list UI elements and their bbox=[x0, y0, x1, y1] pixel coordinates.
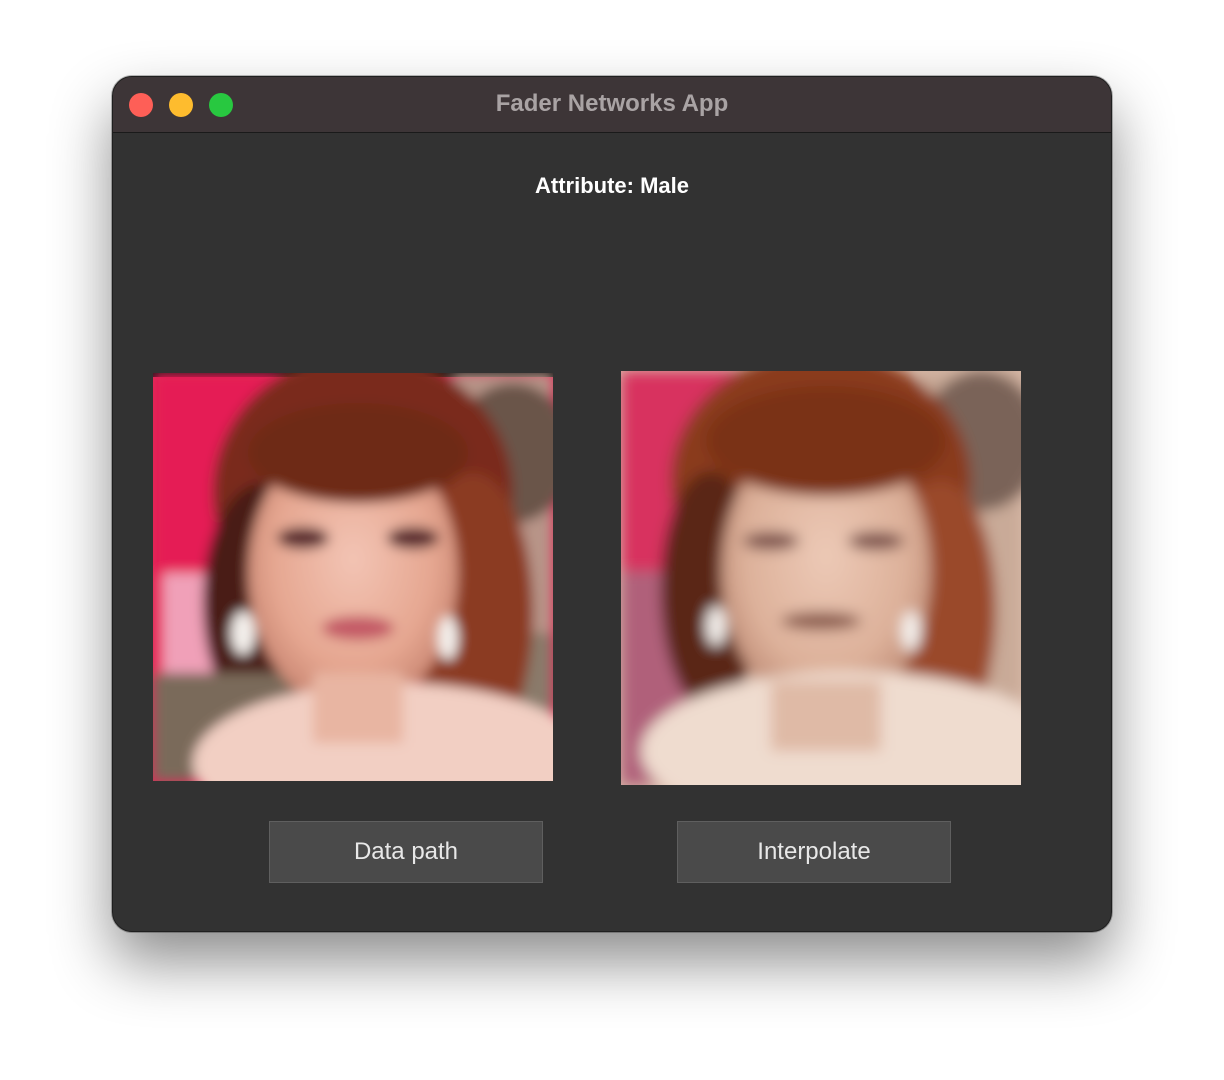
data-path-button[interactable]: Data path bbox=[269, 821, 543, 883]
face-photo-interpolated-icon bbox=[621, 371, 1021, 785]
face-photo-original-icon bbox=[153, 373, 553, 781]
interpolated-face-image bbox=[621, 371, 1021, 785]
title-bar[interactable]: Fader Networks App bbox=[113, 77, 1111, 133]
interpolate-button[interactable]: Interpolate bbox=[677, 821, 951, 883]
original-face-image bbox=[153, 373, 553, 781]
attribute-label: Attribute: Male bbox=[535, 173, 689, 198]
window-title: Fader Networks App bbox=[495, 90, 729, 117]
app-window: Fader Networks App Attribute: Male Data … bbox=[112, 76, 1112, 932]
